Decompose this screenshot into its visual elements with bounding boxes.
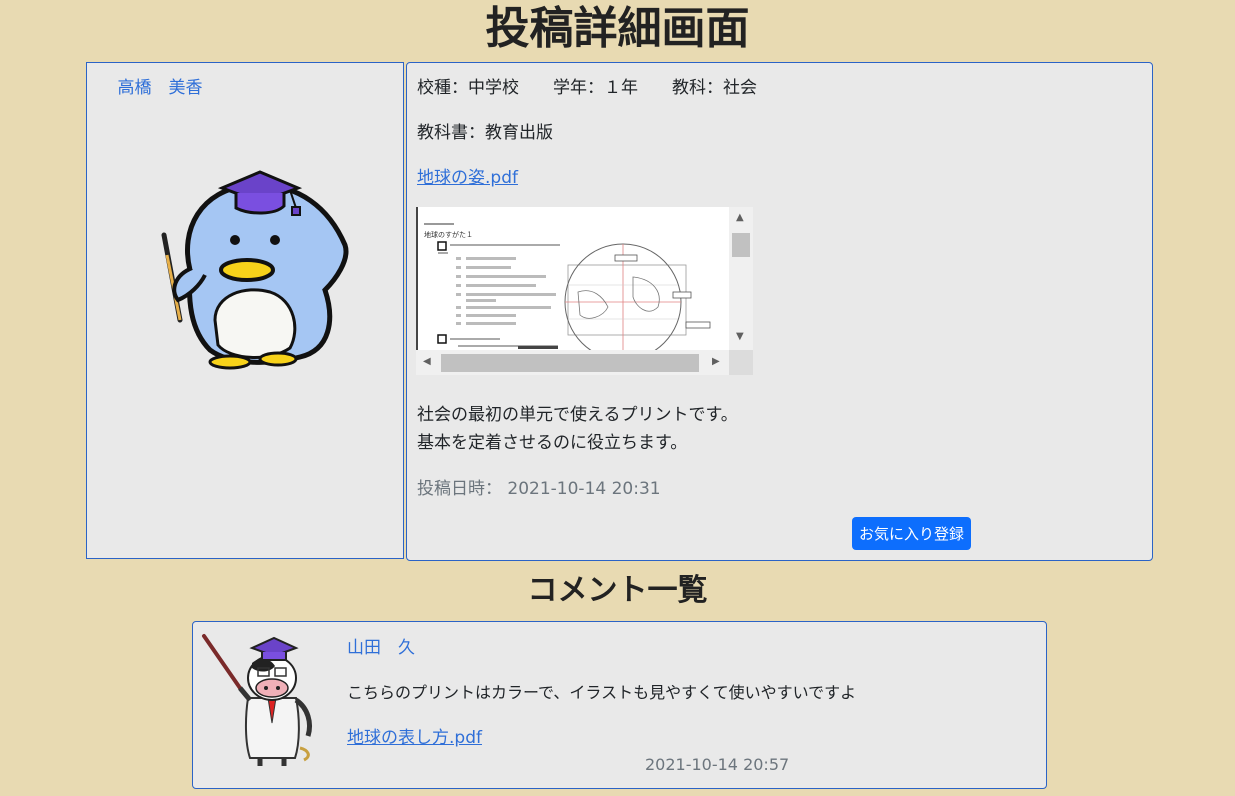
post-description: 社会の最初の単元で使えるプリントです。 基本を定着させるのに役立ちます。 [417,401,738,457]
commenter-name-link[interactable]: 山田 久 [347,633,415,658]
vertical-scroll-thumb[interactable] [732,233,750,257]
school-type: 校種：中学校 [417,78,519,98]
textbook: 教科書：教育出版 [417,123,553,143]
comment-text: こちらのプリントはカラーで、イラストも見やすくて使いやすいですよ [347,683,857,702]
scroll-up-arrow-icon[interactable]: ▲ [736,213,744,223]
post-datetime-label: 投稿日時： [417,479,502,499]
scroll-left-arrow-icon[interactable]: ◀ [423,357,431,367]
grade: 学年：１年 [553,78,638,98]
post-meta: 校種：中学校 学年：１年 教科：社会 [417,73,757,98]
pdf-preview-viewer[interactable]: 地球のすがた１ ▲ ▼ ◀ ▶ [416,207,753,375]
penguin-teacher-avatar [161,170,349,370]
comments-section-title: コメント一覧 [527,573,708,608]
pdf-preview-page: 地球のすがた１ [416,207,729,361]
scrollbar-corner [729,350,753,375]
scroll-down-arrow-icon[interactable]: ▼ [736,332,744,342]
vertical-scrollbar[interactable]: ▲ ▼ [729,207,753,350]
favorite-button[interactable]: お気に入り登録 [852,517,971,550]
attachment-pdf-link[interactable]: 地球の姿.pdf [417,163,518,188]
comment-datetime: 2021-10-14 20:57 [645,755,790,774]
page-title: 投稿詳細画面 [485,3,750,54]
worksheet-preview-image: 地球のすがた１ [424,223,711,361]
cow-teacher-avatar [202,634,312,766]
description-line: 基本を定着させるのに役立ちます。 [417,433,688,453]
subject: 教科：社会 [672,78,757,98]
preview-heading: 地球のすがた１ [424,230,473,239]
post-datetime: 投稿日時： 2021-10-14 20:31 [417,474,661,499]
author-name-link[interactable]: 高橋 美香 [0,73,320,98]
horizontal-scroll-thumb[interactable] [441,354,699,372]
comment-attachment-pdf-link[interactable]: 地球の表し方.pdf [347,723,482,748]
scroll-right-arrow-icon[interactable]: ▶ [712,357,720,367]
description-line: 社会の最初の単元で使えるプリントです。 [417,405,738,425]
horizontal-scrollbar[interactable]: ◀ ▶ [416,350,729,375]
post-datetime-value: 2021-10-14 20:31 [507,479,661,499]
